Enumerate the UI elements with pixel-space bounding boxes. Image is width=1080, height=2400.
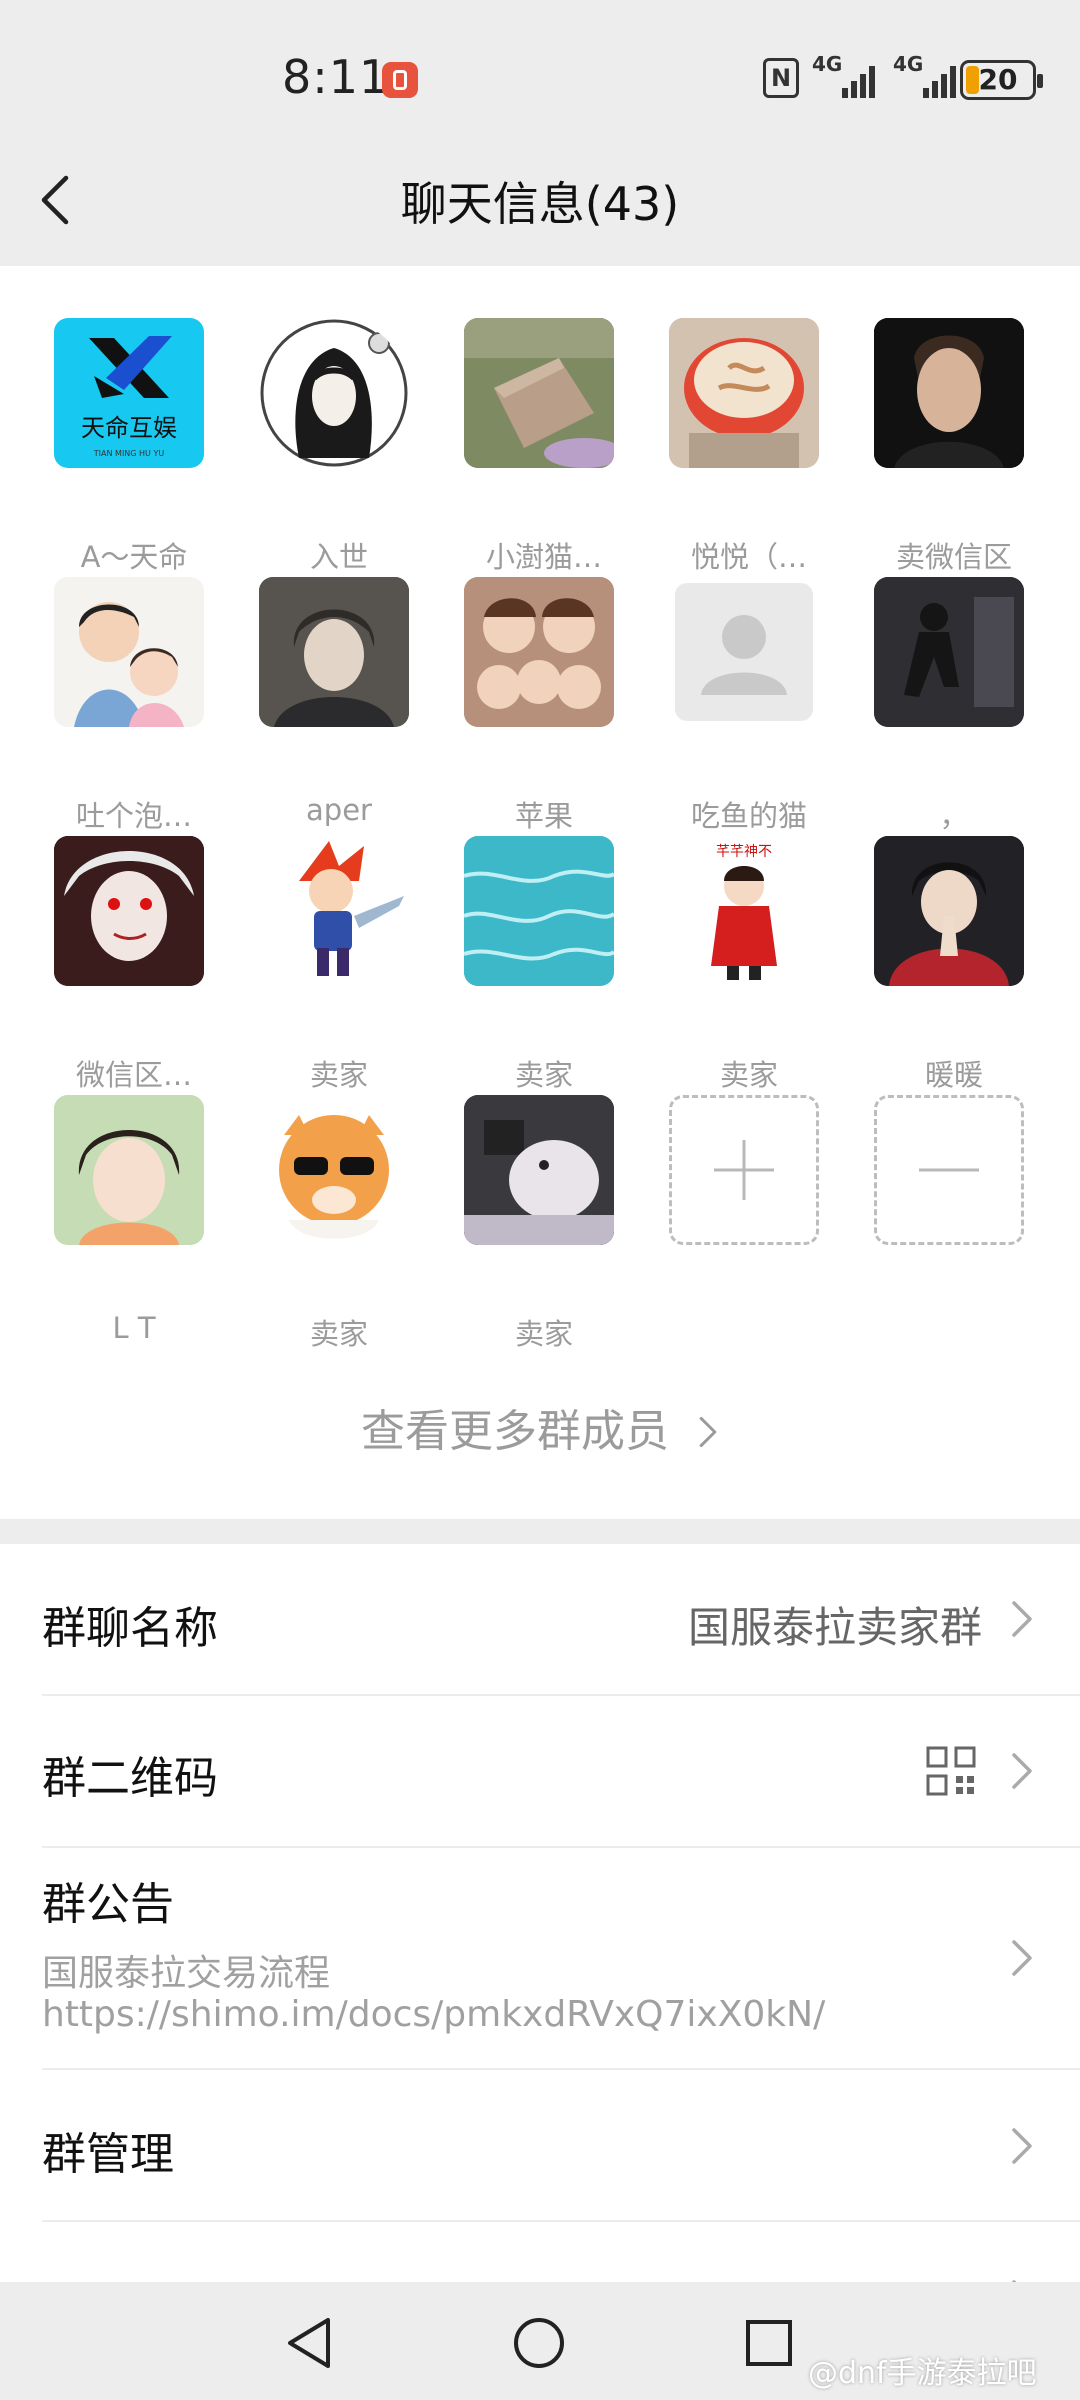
member-name: 暖暖 <box>924 1058 983 1092</box>
member-name: aper <box>306 793 372 827</box>
group-name-value: 国服泰拉卖家群 <box>687 1603 982 1652</box>
group-notice-label: 群公告 <box>42 1879 174 1930</box>
group-manage-label: 群管理 <box>42 2129 174 2180</box>
member-name: 卖家 <box>309 1058 368 1092</box>
signal-icon: 4G <box>812 52 882 100</box>
nav-back-icon[interactable] <box>284 2316 334 2370</box>
avatar[interactable] <box>259 1095 409 1245</box>
member-name: 卖家 <box>309 1317 368 1351</box>
member-name: 悦悦（… <box>690 540 807 574</box>
chevron-right-icon <box>1012 1940 1032 1976</box>
avatar[interactable] <box>259 318 409 468</box>
nav-recents-icon[interactable] <box>744 2318 794 2368</box>
member-name: 入世 <box>309 540 368 574</box>
member-name: 苹果 <box>514 799 573 833</box>
minus-icon[interactable] <box>874 1095 1024 1245</box>
avatar[interactable] <box>259 836 409 986</box>
settings-list: 群聊名称 国服泰拉卖家群 群二维码 群公告 国服泰拉交易流程 https://s… <box>0 1544 1080 2370</box>
chevron-right-icon <box>1012 1753 1032 1789</box>
member-name: 卖家 <box>514 1058 573 1092</box>
member-grid: 天命互娱 TIAN MING HU YU A～天命 入世 小澍猫… 悦悦（… 卖… <box>0 266 1080 1519</box>
member-name: ， <box>939 799 969 833</box>
group-notice-row[interactable]: 群公告 国服泰拉交易流程 https://shimo.im/docs/pmkxd… <box>0 1848 1080 2068</box>
watermark: @dnf手游泰拉吧 <box>808 2356 1037 2391</box>
notification-icon <box>382 62 418 98</box>
status-bar: 8:11 N 4G 4G 20 <box>0 0 1080 150</box>
member-name: 卖家 <box>719 1058 778 1092</box>
chevron-right-icon <box>1012 1601 1032 1637</box>
avatar[interactable] <box>464 836 614 986</box>
avatar[interactable] <box>464 577 614 727</box>
group-notice-link: https://shimo.im/docs/pmkxdRVxQ7ixX0kN/ <box>42 1994 826 2035</box>
avatar[interactable] <box>54 577 204 727</box>
member-name: L T <box>112 1311 156 1345</box>
avatar[interactable] <box>54 1095 204 1245</box>
member-name: 卖家 <box>514 1317 573 1351</box>
status-time: 8:11 <box>282 50 390 104</box>
avatar[interactable] <box>874 836 1024 986</box>
avatar[interactable]: 芊芊神不 <box>669 836 819 986</box>
nfc-icon: N <box>763 58 799 98</box>
chevron-right-icon <box>1012 2128 1032 2164</box>
avatar[interactable] <box>874 318 1024 468</box>
group-notice-preview: 国服泰拉交易流程 <box>42 1953 331 1994</box>
avatar-caption: 芊芊神不 <box>716 844 772 860</box>
group-qr-row[interactable]: 群二维码 <box>0 1696 1080 1846</box>
plus-icon[interactable] <box>669 1095 819 1245</box>
avatar[interactable] <box>54 836 204 986</box>
member-name: A～天命 <box>80 540 188 574</box>
brand-logo-subtext: TIAN MING HU YU <box>93 449 165 458</box>
view-more-members-link[interactable]: 查看更多群成员 <box>0 1395 1080 1459</box>
default-avatar-icon[interactable] <box>669 577 819 727</box>
brand-logo-text: 天命互娱 <box>81 414 177 442</box>
battery-level: 20 <box>978 63 1018 96</box>
avatar[interactable]: 天命互娱 TIAN MING HU YU <box>54 318 204 468</box>
view-more-members-label: 查看更多群成员 <box>361 1406 669 1457</box>
member-name: 微信区… <box>75 1058 192 1092</box>
qr-code-icon <box>926 1746 976 1796</box>
avatar[interactable] <box>464 1095 614 1245</box>
avatar[interactable] <box>874 577 1024 727</box>
member-name: 卖微信区 <box>895 540 1012 574</box>
signal-icon: 4G <box>893 52 963 100</box>
avatar[interactable] <box>464 318 614 468</box>
signal-network-label: 4G <box>812 52 843 76</box>
avatar[interactable] <box>259 577 409 727</box>
battery-icon: 20 <box>960 60 1043 100</box>
member-name: 小澍猫… <box>485 540 602 574</box>
group-name-label: 群聊名称 <box>42 1603 218 1654</box>
member-name: 吐个泡… <box>75 799 192 833</box>
group-qr-label: 群二维码 <box>42 1753 218 1804</box>
chevron-right-icon <box>699 1416 717 1448</box>
avatar[interactable] <box>669 318 819 468</box>
page-title: 聊天信息(43) <box>400 177 680 231</box>
signal-network-label: 4G <box>893 52 924 76</box>
member-name: 吃鱼的猫 <box>690 799 807 833</box>
group-manage-row[interactable]: 群管理 <box>0 2070 1080 2220</box>
nav-home-icon[interactable] <box>512 2316 566 2370</box>
group-name-row[interactable]: 群聊名称 国服泰拉卖家群 <box>0 1544 1080 1694</box>
